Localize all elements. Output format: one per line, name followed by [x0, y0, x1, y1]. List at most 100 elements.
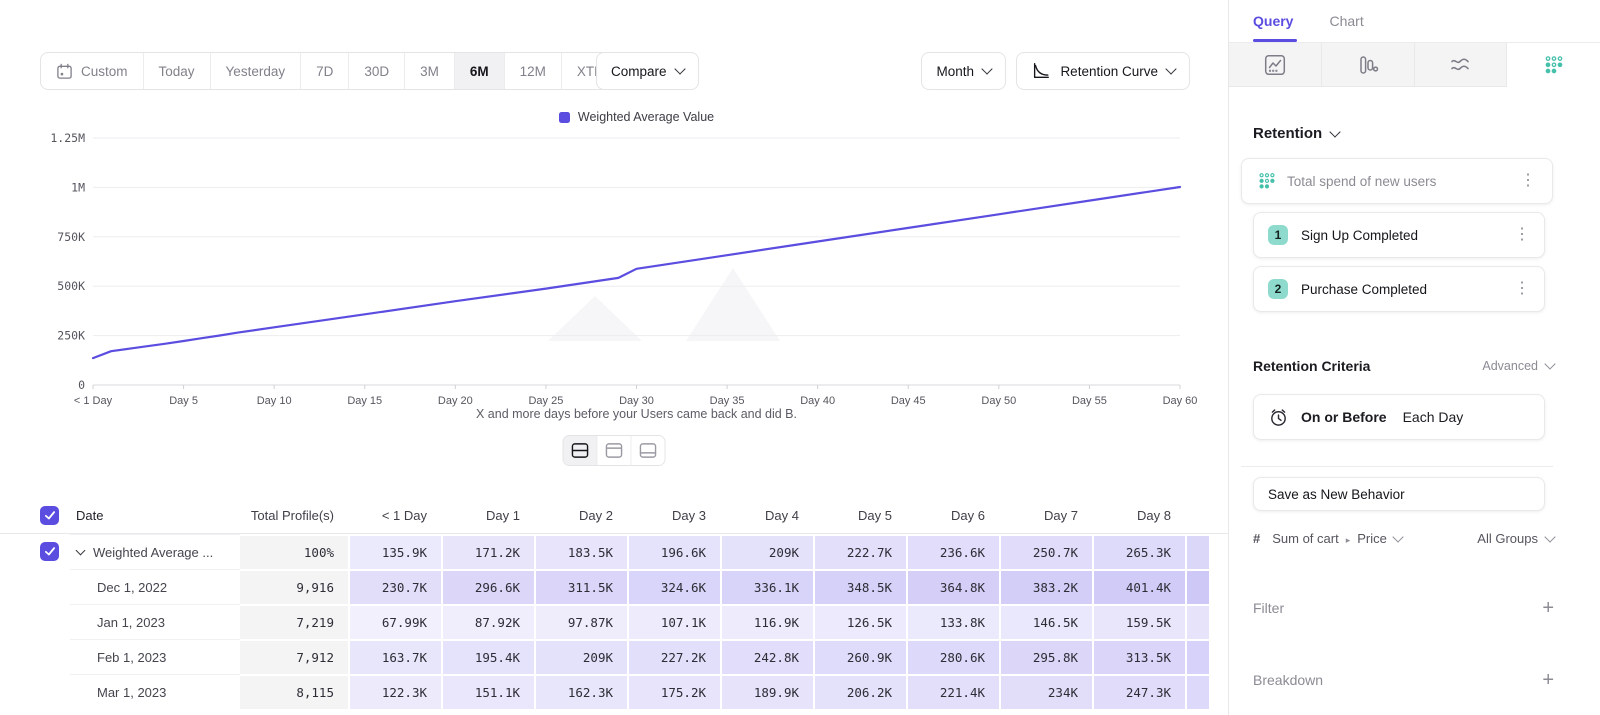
report-tab-insights[interactable] [1229, 43, 1322, 87]
report-tab-funnels[interactable] [1322, 43, 1415, 87]
chevron-down-icon [981, 63, 992, 74]
row-label[interactable]: Dec 1, 2022 [70, 569, 240, 604]
x-axis-label: Day 5 [169, 395, 198, 407]
y-axis-label: 500K [57, 279, 85, 293]
compare-button[interactable]: Compare [596, 52, 699, 90]
column-header-day-2[interactable]: Day 2 [534, 497, 627, 533]
step-number-badge: 1 [1268, 225, 1288, 245]
range-3m[interactable]: 3M [404, 53, 454, 89]
row-checkbox[interactable] [40, 542, 59, 561]
behavior-step[interactable]: 1Sign Up Completed [1253, 212, 1545, 258]
tab-chart[interactable]: Chart [1329, 0, 1363, 42]
range-custom[interactable]: Custom [41, 53, 143, 89]
measure-sub-property: Price [1357, 531, 1387, 546]
retention-value-cell: 183.5K [534, 534, 627, 569]
total-profiles-cell: 100% [240, 534, 348, 569]
advanced-dropdown[interactable]: Advanced [1482, 359, 1554, 373]
retention-value-cell: 189.9K [720, 674, 813, 709]
toggle-chart-view[interactable] [597, 436, 631, 465]
chevron-down-icon [1392, 531, 1403, 542]
range-label: 6M [470, 64, 489, 79]
retention-value-cell: 280.6K [906, 639, 999, 674]
retention-value-cell: 221.4K [906, 674, 999, 709]
retention-table: DateTotal Profile(s)< 1 DayDay 1Day 2Day… [0, 497, 1228, 709]
column-header-day-6[interactable]: Day 6 [906, 497, 999, 533]
column-header-day-0[interactable]: < 1 Day [348, 497, 441, 533]
range-12m[interactable]: 12M [504, 53, 561, 89]
groups-dropdown[interactable]: All Groups [1477, 531, 1554, 546]
x-axis-label: Day 10 [257, 395, 292, 407]
header-checkbox[interactable] [40, 506, 59, 525]
retention-value-cell: 195.4K [441, 639, 534, 674]
chart-caption: X and more days before your Users came b… [93, 407, 1180, 421]
toggle-table-view[interactable] [631, 436, 665, 465]
measure-property-dropdown[interactable]: Sum of cart Price [1272, 531, 1465, 546]
breakdown-row: Breakdown [1253, 670, 1554, 690]
save-as-new-behavior-button[interactable]: Save as New Behavior [1253, 477, 1545, 511]
row-label[interactable]: Weighted Average ... [70, 534, 240, 569]
range-7d[interactable]: 7D [300, 53, 348, 89]
x-axis-label: Day 20 [438, 395, 473, 407]
chart-type-button[interactable]: Retention Curve [1016, 52, 1190, 90]
x-axis-label: Day 35 [710, 395, 745, 407]
range-6m[interactable]: 6M [454, 53, 504, 89]
legend-swatch [559, 112, 570, 123]
range-30d[interactable]: 30D [348, 53, 404, 89]
table-row: Weighted Average ...100%135.9K171.2K183.… [0, 534, 1228, 569]
retention-value-cell: 296.6K [441, 569, 534, 604]
kebab-menu-icon[interactable] [1514, 281, 1530, 297]
behavior-card[interactable]: Total spend of new users [1241, 158, 1553, 204]
retention-icon [1544, 55, 1564, 75]
retention-value-cell: 236.6K [906, 534, 999, 569]
retention-value-cell: 135.9K [348, 534, 441, 569]
behavior-step[interactable]: 2Purchase Completed [1253, 266, 1545, 312]
column-header-day-7[interactable]: Day 7 [999, 497, 1092, 533]
granularity-button[interactable]: Month [921, 52, 1006, 90]
retention-value-cell: 126.5K [813, 604, 906, 639]
retention-value-cell: 133.8K [906, 604, 999, 639]
number-property-icon: # [1253, 531, 1260, 546]
y-axis-label: 750K [57, 230, 85, 244]
column-header-day-5[interactable]: Day 5 [813, 497, 906, 533]
plus-icon[interactable] [1542, 670, 1554, 690]
retention-section-header[interactable]: Retention [1253, 125, 1554, 142]
column-header-total[interactable]: Total Profile(s) [240, 497, 348, 533]
tab-query[interactable]: Query [1253, 0, 1293, 42]
chevron-down-icon[interactable] [76, 546, 86, 556]
legend-label: Weighted Average Value [578, 110, 714, 124]
retention-value-cell-cut [1185, 569, 1209, 604]
retention-value-cell: 67.99K [348, 604, 441, 639]
column-header-day-1[interactable]: Day 1 [441, 497, 534, 533]
retention-value-cell: 159.5K [1092, 604, 1185, 639]
date-range-group: CustomTodayYesterday7D30D3M6M12MXTD [40, 52, 636, 90]
chevron-down-icon [1544, 531, 1555, 542]
column-header-day-3[interactable]: Day 3 [627, 497, 720, 533]
column-header-date[interactable]: Date [70, 497, 240, 533]
retention-value-cell: 234K [999, 674, 1092, 709]
report-tab-retention[interactable] [1507, 43, 1600, 87]
y-axis-label: 1M [71, 180, 85, 194]
retention-line-chart: 0250K500K750K1M1.25M< 1 DayDay 5Day 10Da… [0, 130, 1228, 420]
report-tab-flows[interactable] [1415, 43, 1508, 87]
section-label: Retention [1253, 125, 1322, 142]
row-label[interactable]: Feb 1, 2023 [70, 639, 240, 674]
column-header-day-8[interactable]: Day 8 [1092, 497, 1185, 533]
chart-legend[interactable]: Weighted Average Value [93, 110, 1180, 124]
section-divider [1241, 466, 1553, 467]
chevron-down-icon [674, 63, 685, 74]
retention-icon [1258, 172, 1276, 190]
plus-icon[interactable] [1542, 598, 1554, 618]
range-yesterday[interactable]: Yesterday [210, 53, 301, 89]
column-header-day-4[interactable]: Day 4 [720, 497, 813, 533]
range-today[interactable]: Today [143, 53, 210, 89]
criteria-card[interactable]: On or Before Each Day [1253, 394, 1545, 440]
range-label: 3M [420, 64, 439, 79]
kebab-menu-icon[interactable] [1514, 227, 1530, 243]
total-profiles-cell: 9,916 [240, 569, 348, 604]
clock-icon [1268, 407, 1289, 428]
row-label[interactable]: Jan 1, 2023 [70, 604, 240, 639]
toggle-split-view[interactable] [564, 436, 597, 465]
kebab-menu-icon[interactable] [1520, 173, 1536, 189]
row-label[interactable]: Mar 1, 2023 [70, 674, 240, 709]
retention-value-cell: 116.9K [720, 604, 813, 639]
